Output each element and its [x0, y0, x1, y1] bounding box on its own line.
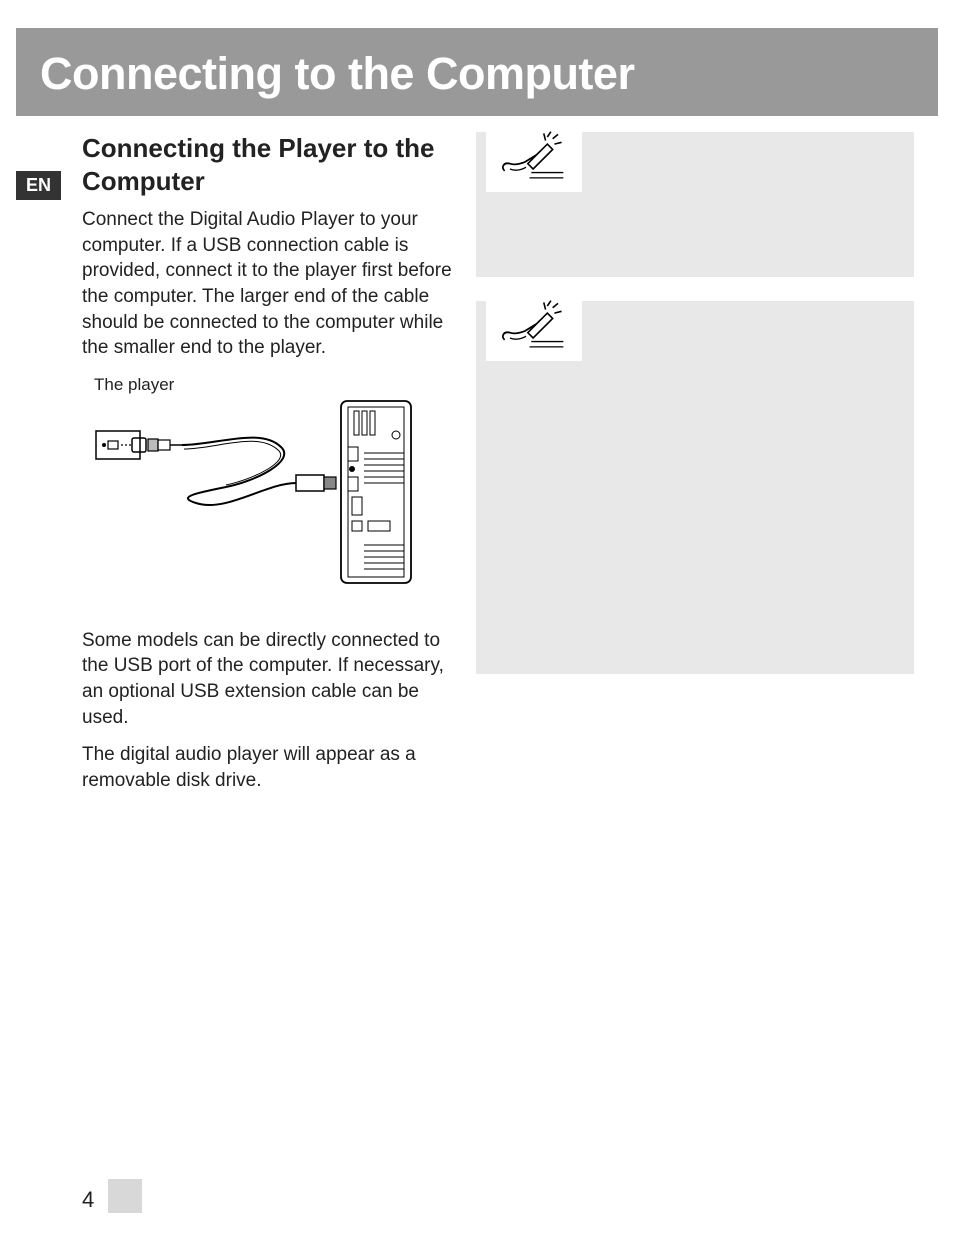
- section-heading: Connecting the Player to the Computer: [82, 132, 452, 197]
- body-paragraph-1: Connect the Digital Audio Player to your…: [82, 207, 452, 361]
- note-box-1: [476, 132, 914, 277]
- language-tag: EN: [16, 171, 61, 200]
- title-banner: Connecting to the Computer: [16, 28, 938, 116]
- diagram-label: The player: [94, 375, 452, 395]
- writing-hand-icon: [486, 291, 582, 361]
- body-paragraph-2: Some models can be directly connected to…: [82, 628, 452, 731]
- writing-hand-icon: [486, 122, 582, 192]
- page-number: 4: [82, 1187, 94, 1213]
- note-box-2: [476, 301, 914, 674]
- page-footer: 4: [82, 1179, 142, 1213]
- page-title: Connecting to the Computer: [40, 48, 914, 100]
- body-paragraph-3: The digital audio player will appear as …: [82, 742, 452, 793]
- page-marker: [108, 1179, 142, 1213]
- connection-diagram: [86, 397, 416, 587]
- right-column: [476, 132, 914, 806]
- content-area: Connecting the Player to the Computer Co…: [0, 132, 954, 806]
- left-column: Connecting the Player to the Computer Co…: [82, 132, 452, 806]
